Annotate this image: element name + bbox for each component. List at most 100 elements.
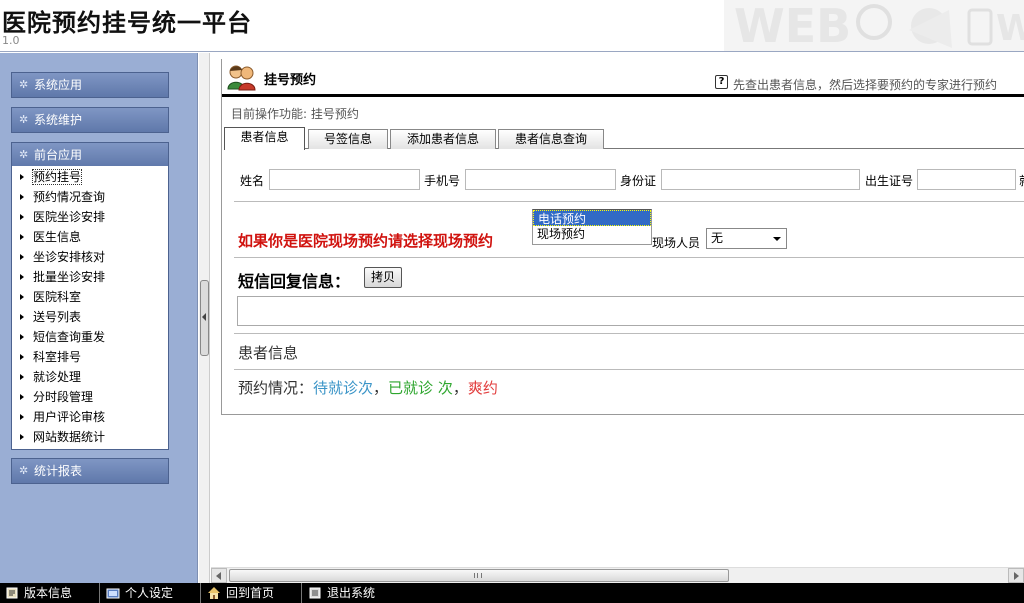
personal-settings-button[interactable]: 个人设定 [101,583,201,603]
booking-type-onsite[interactable]: 现场预约 [533,226,651,242]
sidebar-group-system-apps[interactable]: ✲ 系统应用 [11,72,169,98]
phone-label: 手机号 [424,174,461,188]
header-decoration-icon: WEB W [724,0,1024,52]
booking-type-list[interactable]: 电话预约 现场预约 [532,209,652,245]
sidebar: ✲ 系统应用 ✲ 系统维护 ✲ 前台应用 预约挂号 预约情况查询 医院坐诊安排 … [0,53,198,583]
sparkle-icon: ✲ [19,78,29,91]
collapse-sidebar-handle[interactable] [200,280,209,356]
sidebar-item-send-list[interactable]: 送号列表 [12,307,168,327]
bottom-taskbar: 版本信息 个人设定 回到首页 退出系统 [0,583,1024,603]
triangle-right-icon [20,254,24,260]
triangle-right-icon [20,234,24,240]
triangle-right-icon [20,214,24,220]
tab-patient-query[interactable]: 患者信息查询 [498,129,604,149]
onsite-staff-value: 无 [711,231,724,245]
taskbar-label: 个人设定 [125,586,174,600]
booking-status: 预约情况：待就诊次，已就诊 次，爽约 [238,377,498,398]
birth-cert-input[interactable] [917,169,1016,190]
grip-icon [474,573,482,578]
users-icon [227,65,256,91]
sidebar-group-label: 前台应用 [34,148,83,162]
sidebar-item-time-slots[interactable]: 分时段管理 [12,387,168,407]
app-title: 医院预约挂号统一平台 [2,8,252,37]
app-version: 1.0 [2,34,20,47]
sidebar-group-reports[interactable]: ✲ 统计报表 [11,458,169,484]
separator: ， [373,379,389,397]
sidebar-item-doctor-info[interactable]: 医生信息 [12,227,168,247]
svg-text:WEB: WEB [734,0,851,52]
divider [234,201,1024,202]
divider [234,333,1024,334]
triangle-right-icon [20,274,24,280]
onsite-staff-label: 现场人员 [652,236,701,250]
tab-patient-info[interactable]: 患者信息 [224,127,305,150]
scroll-thumb[interactable] [229,569,729,582]
sidebar-item-visit-processing[interactable]: 就诊处理 [12,367,168,387]
sidebar-item-dept-queue[interactable]: 科室排号 [12,347,168,367]
copy-button[interactable]: 拷贝 [364,267,402,288]
name-input[interactable] [269,169,420,190]
separator: ， [452,379,468,397]
triangle-right-icon [20,394,24,400]
current-function-label: 目前操作功能: 挂号预约 [231,107,359,121]
taskbar-label: 退出系统 [327,586,376,600]
triangle-right-icon [20,434,24,440]
version-info-button[interactable]: 版本信息 [0,583,100,603]
sidebar-splitter [199,53,210,583]
triangle-right-icon [20,174,24,180]
sidebar-item-batch-schedule[interactable]: 批量坐诊安排 [12,267,168,287]
sidebar-item-departments[interactable]: 医院科室 [12,287,168,307]
completed-visits: 已就诊 次 [388,379,453,397]
booking-status-prefix: 预约情况： [238,379,314,397]
id-card-input[interactable] [661,169,860,190]
sidebar-item-hospital-schedule[interactable]: 医院坐诊安排 [12,207,168,227]
sidebar-item-booking[interactable]: 预约挂号 [12,167,168,187]
app-header: 医院预约挂号统一平台 1.0 WEB W [0,0,1024,52]
triangle-right-icon [20,194,24,200]
tab-add-patient[interactable]: 添加患者信息 [390,129,496,149]
help-text: 先查出患者信息，然后选择要预约的专家进行预约 [733,78,998,92]
home-icon [208,587,220,599]
scroll-left-button[interactable] [211,568,227,583]
patient-info-heading: 患者信息 [238,344,299,362]
sidebar-group-front-apps[interactable]: ✲ 前台应用 [11,142,169,168]
sparkle-icon: ✲ [19,113,29,126]
sms-reply-box[interactable] [237,296,1024,326]
tab-bar: 患者信息 号签信息 添加患者信息 患者信息查询 [224,127,1024,150]
personal-settings-icon [106,588,120,599]
phone-input[interactable] [465,169,616,190]
sidebar-item-booking-query[interactable]: 预约情况查询 [12,187,168,207]
logout-button[interactable]: 退出系统 [303,583,403,603]
page-title: 挂号预约 [264,73,317,88]
scroll-right-button[interactable] [1008,568,1024,583]
divider [234,257,1024,258]
triangle-right-icon [20,354,24,360]
sidebar-item-schedule-check[interactable]: 坐诊安排核对 [12,247,168,267]
sidebar-item-sms-resend[interactable]: 短信查询重发 [12,327,168,347]
svg-text:W: W [996,8,1024,49]
sidebar-item-site-stats[interactable]: 网站数据统计 [12,427,168,447]
onsite-staff-select[interactable]: 无 [706,228,787,249]
horizontal-scrollbar[interactable] [211,567,1024,583]
sidebar-item-comment-review[interactable]: 用户评论审核 [12,407,168,427]
booking-type-phone[interactable]: 电话预约 [533,210,651,226]
triangle-right-icon [20,294,24,300]
onsite-booking-tip: 如果你是医院现场预约请选择现场预约 [238,232,494,250]
logout-icon [309,587,321,599]
birth-cert-label: 出生证号 [865,174,914,188]
main-panel: 挂号预约 ? 先查出患者信息，然后选择要预约的专家进行预约 目前操作功能: 挂号… [221,59,1024,415]
triangle-right-icon [20,314,24,320]
home-button[interactable]: 回到首页 [202,583,302,603]
triangle-right-icon [20,374,24,380]
sidebar-group-label: 系统维护 [34,113,83,127]
panel-header: 挂号预约 ? 先查出患者信息，然后选择要预约的专家进行预约 [222,59,1024,97]
sidebar-group-system-maintenance[interactable]: ✲ 系统维护 [11,107,169,133]
front-apps-list: 预约挂号 预约情况查询 医院坐诊安排 医生信息 坐诊安排核对 批量坐诊安排 医院… [11,166,169,450]
truncated-label: 就 [1019,172,1024,189]
tab-ticket-info[interactable]: 号签信息 [308,129,388,149]
taskbar-label: 版本信息 [24,586,73,600]
sms-reply-title: 短信回复信息： [238,272,351,291]
divider [234,369,1024,370]
chevron-down-icon [773,237,781,241]
pending-visits: 待就诊次 [313,379,374,397]
